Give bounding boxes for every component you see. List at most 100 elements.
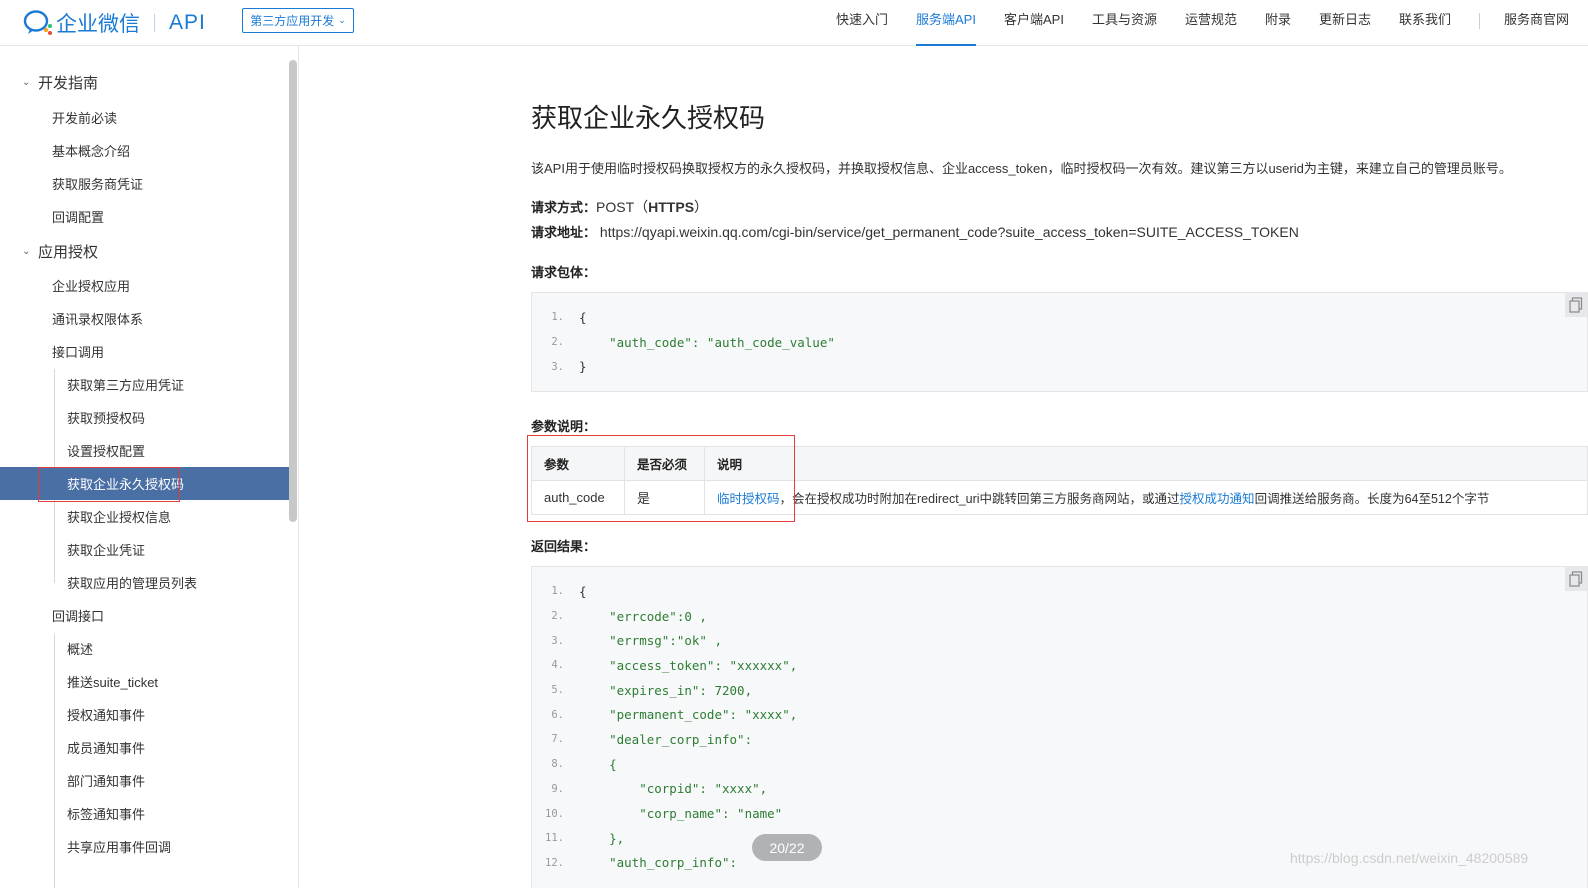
- table-header-param: 参数: [531, 446, 625, 481]
- request-method-label: 请求方式：: [531, 200, 597, 215]
- line-number: 4.: [551, 659, 564, 672]
- sidebar-item-shared-app-event[interactable]: 共享应用事件回调: [0, 830, 290, 863]
- params-label: 参数说明：: [531, 419, 597, 434]
- nav-item-rules[interactable]: 运营规范: [1185, 0, 1237, 46]
- param-desc-text: ，会在授权成功时附加在redirect_uri中跳转回第三方服务商网站，或通过: [779, 492, 1180, 506]
- chevron-down-icon: ⌄: [22, 77, 31, 88]
- param-desc-tail: 回调推送给服务商。长度为64至512个字节: [1254, 492, 1490, 506]
- top-nav: 快速入门 服务端API 客户端API 工具与资源 运营规范 附录 更新日志 联系…: [836, 0, 1588, 46]
- sidebar-item-callback-config[interactable]: 回调配置: [0, 200, 290, 233]
- line-number: 2.: [551, 336, 564, 349]
- api-intro: 该API用于使用临时授权码换取授权方的永久授权码，并换取授权信息、企业acces…: [531, 161, 1512, 176]
- page-indicator: 20/22: [752, 834, 822, 861]
- code-line: 1. {: [532, 579, 1587, 604]
- code-text: "auth_corp_info":: [579, 855, 738, 871]
- logo-divider: [154, 14, 155, 32]
- code-text: }: [579, 359, 587, 375]
- nav-item-provider-site[interactable]: 服务商官网: [1504, 0, 1569, 46]
- chevron-down-icon: ⌄: [338, 15, 346, 25]
- page-title: 获取企业永久授权码: [531, 103, 766, 133]
- sidebar: ⌄ 开发指南 开发前必读 基本概念介绍 获取服务商凭证 回调配置 ⌄ 应用授权 企业…: [0, 46, 299, 888]
- auth-success-notice-link[interactable]: 授权成功通知: [1180, 492, 1255, 506]
- code-line: 8. {: [532, 752, 1587, 777]
- sidebar-item-corp-auth-app[interactable]: 企业授权应用: [0, 269, 290, 302]
- request-url-value[interactable]: https://qyapi.weixin.qq.com/cgi-bin/serv…: [600, 224, 1299, 240]
- sidebar-group-dev-guide[interactable]: ⌄ 开发指南: [0, 66, 290, 99]
- code-line: 2. "errcode":0 ,: [532, 604, 1587, 629]
- nav-item-client-api[interactable]: 客户端API: [1004, 0, 1064, 46]
- sidebar-item-overview[interactable]: 概述: [0, 632, 290, 665]
- line-number: 3.: [551, 360, 564, 373]
- code-text: "errmsg":"ok" ,: [579, 633, 722, 649]
- param-desc-cell: 临时授权码，会在授权成功时附加在redirect_uri中跳转回第三方服务商网站…: [704, 480, 1588, 515]
- line-number: 9.: [551, 782, 564, 795]
- response-code-block[interactable]: 1.{ 2. "errcode":0 , 3. "errmsg":"ok" , …: [531, 566, 1588, 888]
- code-line: 9. "corpid": "xxxx",: [532, 777, 1587, 802]
- line-number: 8.: [551, 758, 564, 771]
- table-header-required: 是否必须: [624, 446, 705, 481]
- sidebar-group-app-auth[interactable]: ⌄ 应用授权: [0, 235, 290, 268]
- sidebar-item-corp-token[interactable]: 获取企业凭证: [0, 533, 290, 566]
- sidebar-item-auth-event[interactable]: 授权通知事件: [0, 698, 290, 731]
- copy-icon[interactable]: [1565, 293, 1587, 317]
- nav-item-quickstart[interactable]: 快速入门: [836, 0, 888, 46]
- request-method-value: POST（: [596, 199, 649, 215]
- params-table: 参数 是否必须 说明 auth_code 是 临时授权码，会在授权成功时附加在r…: [531, 446, 1588, 515]
- copy-icon[interactable]: [1565, 567, 1587, 591]
- sidebar-item-label: 开发指南: [38, 75, 99, 92]
- sidebar-item-callback-api[interactable]: 回调接口: [0, 599, 290, 632]
- code-text: "corp_name": "name": [579, 806, 783, 822]
- code-line: 4. "access_token": "xxxxxx",: [532, 653, 1587, 678]
- request-url-row: 请求地址： https://qyapi.weixin.qq.com/cgi-bi…: [531, 222, 1299, 241]
- sidebar-item-suite-token[interactable]: 获取第三方应用凭证: [0, 368, 290, 401]
- sidebar-item-member-event[interactable]: 成员通知事件: [0, 731, 290, 764]
- line-number: 1.: [551, 585, 564, 598]
- request-code-block[interactable]: 1. { 2. "auth_code": "auth_code_value" 3.…: [531, 292, 1588, 392]
- sidebar-item-api-call[interactable]: 接口调用: [0, 335, 290, 368]
- code-line: 3. "errmsg":"ok" ,: [532, 628, 1587, 653]
- code-text: },: [579, 830, 625, 846]
- sidebar-item-basic-concepts[interactable]: 基本概念介绍: [0, 134, 290, 167]
- code-text: "access_token": "xxxxxx",: [579, 657, 798, 673]
- param-name-cell: auth_code: [531, 480, 625, 515]
- top-header: 企业微信 API 第三方应用开发 ⌄ 快速入门 服务端API 客户端API 工具…: [0, 0, 1588, 46]
- nav-item-contact[interactable]: 联系我们: [1399, 0, 1451, 46]
- sidebar-item-admin-list[interactable]: 获取应用的管理员列表: [0, 566, 290, 599]
- logo[interactable]: 企业微信 API: [22, 8, 206, 38]
- line-number: 5.: [551, 684, 564, 697]
- line-number: 7.: [551, 733, 564, 746]
- temp-auth-code-link[interactable]: 临时授权码: [717, 492, 780, 506]
- sidebar-item-set-session-info[interactable]: 设置授权配置: [0, 434, 290, 467]
- sidebar-item-dept-event[interactable]: 部门通知事件: [0, 764, 290, 797]
- main-content: 获取企业永久授权码 该API用于使用临时授权码换取授权方的永久授权码，并换取授权…: [527, 46, 1588, 888]
- nav-item-tools[interactable]: 工具与资源: [1092, 0, 1157, 46]
- nav-item-server-api[interactable]: 服务端API: [916, 0, 976, 46]
- line-number: 12.: [545, 856, 564, 869]
- sidebar-item-tag-event[interactable]: 标签通知事件: [0, 797, 290, 830]
- code-text: "dealer_corp_info":: [579, 731, 753, 747]
- nav-item-appendix[interactable]: 附录: [1265, 0, 1291, 46]
- code-text: {: [579, 309, 587, 325]
- request-url-label: 请求地址：: [531, 225, 597, 240]
- code-text: "auth_code": "auth_code_value": [579, 334, 835, 350]
- line-number: 3.: [551, 634, 564, 647]
- sidebar-item-auth-info[interactable]: 获取企业授权信息: [0, 500, 290, 533]
- sidebar-scrollbar[interactable]: [289, 60, 297, 522]
- nav-divider: [1479, 13, 1481, 29]
- sidebar-item-read-first[interactable]: 开发前必读: [0, 101, 290, 134]
- code-line: 11. },: [532, 826, 1587, 851]
- request-body-label: 请求包体：: [531, 265, 597, 280]
- code-text: {: [579, 756, 617, 772]
- sidebar-item-suite-ticket[interactable]: 推送suite_ticket: [0, 665, 290, 698]
- dev-type-select-label: 第三方应用开发: [250, 14, 335, 28]
- sidebar-item-label: 应用授权: [38, 244, 99, 261]
- dev-type-select[interactable]: 第三方应用开发 ⌄: [242, 8, 354, 33]
- code-line: 10. "corp_name": "name": [532, 801, 1587, 826]
- result-label: 返回结果：: [531, 539, 597, 554]
- line-number: 2.: [551, 610, 564, 623]
- sidebar-item-permanent-code[interactable]: 获取企业永久授权码: [0, 467, 290, 502]
- nav-item-changelog[interactable]: 更新日志: [1319, 0, 1371, 46]
- sidebar-item-provider-credential[interactable]: 获取服务商凭证: [0, 167, 290, 200]
- sidebar-item-contacts-permission[interactable]: 通讯录权限体系: [0, 302, 290, 335]
- sidebar-item-pre-auth-code[interactable]: 获取预授权码: [0, 401, 290, 434]
